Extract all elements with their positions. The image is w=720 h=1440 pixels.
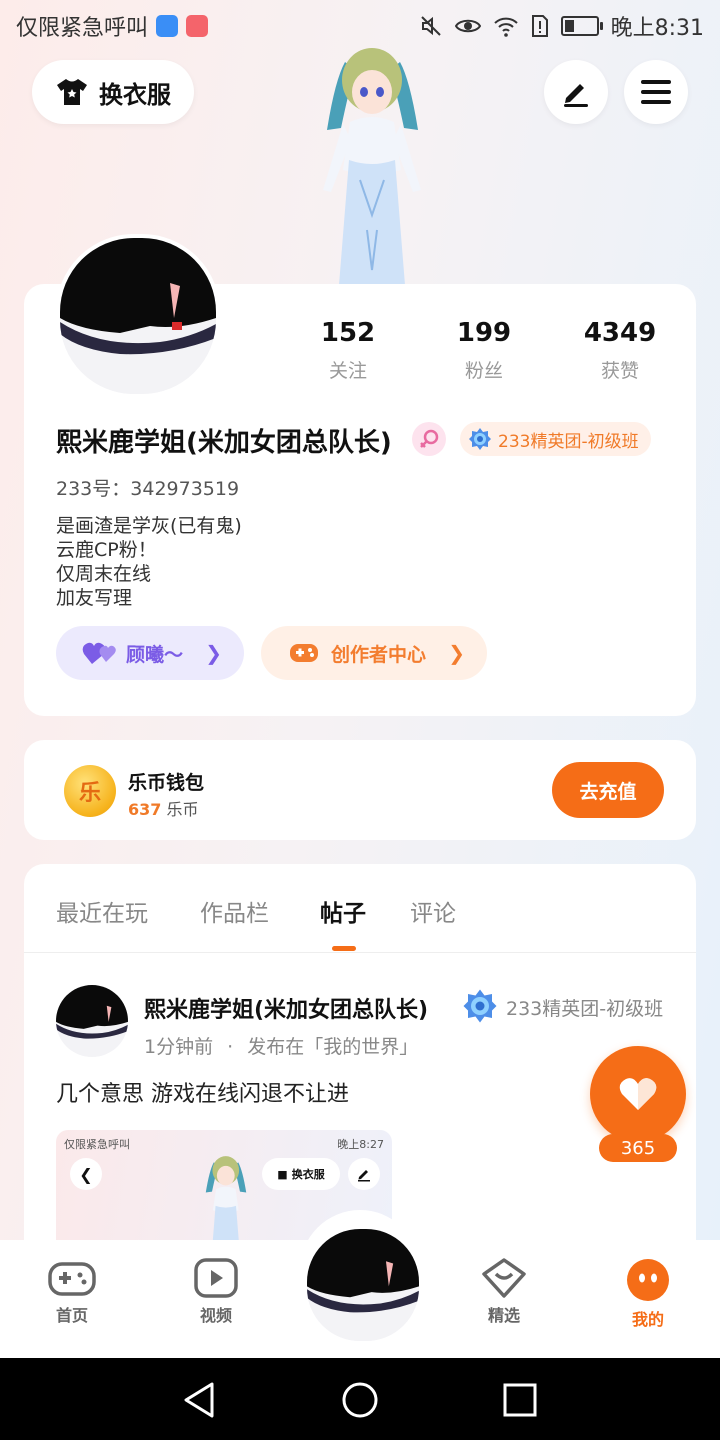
coin-char: 乐 <box>78 781 101 806</box>
bio-line: 仅周末在线 <box>56 563 152 585</box>
post-meta: 1分钟前 · 发布在「我的世界」 <box>144 1032 418 1059</box>
outfit-label: 换衣服 <box>99 80 171 109</box>
female-icon <box>412 422 446 456</box>
post-author-name[interactable]: 熙米鹿学姐(米加女团总队长) <box>144 992 428 1024</box>
divider <box>24 952 696 953</box>
shirt-icon <box>57 79 87 105</box>
tab-comments[interactable]: 评论 <box>410 894 456 928</box>
wallet-balance: 637 乐币 <box>128 796 199 820</box>
creator-center-label: 创作者中心 <box>331 643 427 666</box>
meta-separator: · <box>227 1036 234 1058</box>
tab-works[interactable]: 作品栏 <box>200 894 269 928</box>
stat-followers[interactable]: 199 粉丝 <box>424 318 544 383</box>
post-author-rank: 233精英团-初级班 <box>506 998 664 1020</box>
stat-following[interactable]: 152 关注 <box>288 318 408 383</box>
nav-mine[interactable]: 我的 <box>598 1258 698 1330</box>
nav-video[interactable]: 视频 <box>166 1258 266 1326</box>
nav-home-label: 首页 <box>55 1306 88 1325</box>
thumb-status-left: 仅限紧急呼叫 <box>64 1138 130 1151</box>
rank-badge[interactable]: 233精英团-初级班 <box>460 422 651 456</box>
home-icon[interactable] <box>340 1380 380 1420</box>
tab-recent-played[interactable]: 最近在玩 <box>56 894 148 928</box>
shirt-icon: ■ <box>277 1167 288 1181</box>
post-text[interactable]: 几个意思 游戏在线闪退不让进 <box>56 1076 349 1108</box>
coin-icon: 乐 <box>64 765 116 817</box>
creator-center-button[interactable]: 创作者中心 ❯ <box>261 626 487 680</box>
wifi-icon <box>493 17 518 37</box>
avatar-image <box>60 238 216 394</box>
status-left: 仅限紧急呼叫 <box>16 10 209 42</box>
nav-featured-label: 精选 <box>487 1306 520 1325</box>
rank-badge-label: 233精英团-初级班 <box>498 431 639 452</box>
nav-center-avatar[interactable] <box>304 1226 422 1344</box>
followers-count: 199 <box>456 318 512 348</box>
video-icon <box>194 1258 238 1298</box>
following-label: 关注 <box>328 360 367 382</box>
thumb-status-time: 晚上8:27 <box>337 1138 384 1151</box>
like-button[interactable] <box>590 1046 686 1142</box>
thumb-outfit-label: 换衣服 <box>291 1168 325 1181</box>
post-author-avatar[interactable] <box>56 985 128 1057</box>
mute-icon <box>420 16 441 36</box>
nav-mine-label: 我的 <box>631 1310 664 1329</box>
nav-featured[interactable]: 精选 <box>454 1258 554 1326</box>
bio: 是画渣是学灰(已有鬼) 云鹿CP粉！ 仅周末在线 加友写理 <box>56 514 242 610</box>
bio-line: 加友写理 <box>56 587 133 609</box>
followers-label: 粉丝 <box>464 360 503 382</box>
menu-button[interactable] <box>624 60 688 124</box>
wallet-unit: 乐币 <box>166 800 199 819</box>
bio-line: 云鹿CP粉！ <box>56 539 157 561</box>
status-right: 晚上8:31 <box>419 10 704 42</box>
shield-app-icon <box>156 15 179 37</box>
wallet-amount: 637 <box>128 800 162 819</box>
friend-pill-label: 顾曦～ <box>126 643 184 666</box>
likes-label: 获赞 <box>600 360 639 382</box>
face-icon <box>627 1259 669 1301</box>
tab-posts[interactable]: 帖子 <box>320 894 366 928</box>
gamepad-icon <box>48 1262 96 1296</box>
double-heart-icon <box>82 642 116 664</box>
hamburger-menu-icon <box>641 80 671 104</box>
recents-icon[interactable] <box>500 1380 540 1420</box>
avatar-image <box>307 1229 419 1341</box>
gamepad-plus-icon <box>290 644 318 662</box>
emergency-text: 仅限紧急呼叫 <box>16 16 149 41</box>
thumb-outfit-button: ■ 换衣服 <box>262 1158 340 1190</box>
stat-likes[interactable]: 4349 获赞 <box>560 318 680 383</box>
pen-icon <box>348 1158 380 1190</box>
heart-icon <box>619 1078 657 1110</box>
avatar[interactable] <box>56 234 220 398</box>
heart-box-icon <box>482 1258 526 1298</box>
user-name: 熙米鹿学姐(米加女团总队长) <box>56 428 392 458</box>
like-count: 365 <box>599 1134 677 1162</box>
nav-video-label: 视频 <box>199 1306 232 1325</box>
wallet-title: 乐币钱包 <box>128 772 205 794</box>
medal-icon <box>469 428 491 450</box>
clock: 晚上8:31 <box>610 16 704 41</box>
chevron-right-icon: ❯ <box>448 641 465 665</box>
bio-line: 是画渣是学灰(已有鬼) <box>56 515 242 537</box>
eye-icon <box>454 19 481 33</box>
battery-icon <box>560 16 603 36</box>
medal-icon <box>463 989 497 1023</box>
post-time: 1分钟前 <box>144 1036 214 1058</box>
recharge-button[interactable]: 去充值 <box>552 762 664 818</box>
avatar-image <box>56 985 128 1057</box>
chevron-right-icon: ❯ <box>205 641 222 665</box>
following-count: 152 <box>320 318 376 348</box>
nav-home[interactable]: 首页 <box>22 1258 122 1326</box>
back-icon: ❮ <box>70 1158 102 1190</box>
friend-pill-button[interactable]: 顾曦～ ❯ <box>56 626 244 680</box>
avatar-character-figure[interactable] <box>305 40 440 285</box>
pen-icon <box>564 84 588 107</box>
user-id: 233号：342973519 <box>56 478 240 500</box>
likes-count: 4349 <box>583 318 657 348</box>
post-location[interactable]: 发布在「我的世界」 <box>247 1036 418 1058</box>
edit-profile-button[interactable] <box>544 60 608 124</box>
back-icon[interactable] <box>180 1380 220 1420</box>
sim-alert-icon <box>531 15 548 37</box>
store-app-icon <box>186 15 209 37</box>
tab-indicator <box>332 946 356 951</box>
outfit-button[interactable]: 换衣服 <box>32 60 194 124</box>
